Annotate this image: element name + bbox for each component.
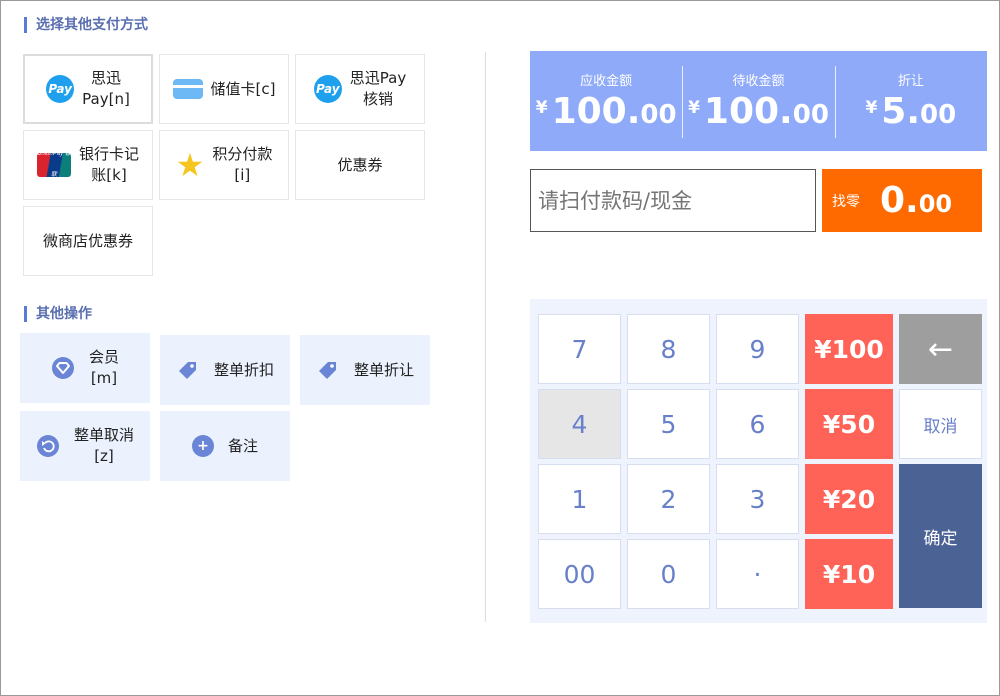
payment-label: 储值卡[c] — [210, 79, 276, 98]
key-9[interactable]: 9 — [716, 314, 799, 384]
key-10-yuan[interactable]: ¥10 — [805, 539, 893, 609]
currency-symbol: ¥ — [535, 98, 548, 118]
pay-icon: Pay — [313, 75, 342, 103]
order-allowance-button[interactable]: 整单折让 — [300, 335, 430, 405]
tag-icon — [176, 358, 200, 382]
plus-icon: + — [191, 435, 214, 457]
payment-label: 思迅Pay 核销 — [349, 69, 407, 108]
payment-code-input[interactable] — [530, 169, 816, 232]
order-discount-button[interactable]: 整单折扣 — [160, 335, 290, 405]
pay-icon: Pay — [46, 75, 75, 103]
key-decimal-point[interactable]: · — [716, 539, 799, 609]
key-4[interactable]: 4 — [538, 389, 621, 459]
key-6[interactable]: 6 — [716, 389, 799, 459]
stored-value-card-button[interactable]: 储值卡[c] — [159, 54, 289, 124]
key-5[interactable]: 5 — [627, 389, 710, 459]
operation-label: 整单取消 [z] — [73, 426, 134, 465]
cancel-key[interactable]: 取消 — [899, 389, 982, 459]
discount-label: 折让 — [897, 74, 924, 89]
star-icon: ★ — [175, 146, 205, 184]
change-dec: 00 — [918, 190, 953, 218]
receivable-amount: 应收金额 ¥100.00 — [530, 70, 682, 132]
receivable-label: 应收金额 — [580, 74, 633, 89]
tag-icon — [316, 358, 340, 382]
keypad: 7 8 9 ¥100 ← 4 5 6 ¥50 取消 1 2 3 ¥20 确定 0… — [530, 299, 987, 623]
key-100-yuan[interactable]: ¥100 — [805, 314, 893, 384]
key-8[interactable]: 8 — [627, 314, 710, 384]
bank-card-button[interactable]: UnionPay 银联 银行卡记 账[k] — [23, 130, 153, 200]
amount-summary: 应收金额 ¥100.00 待收金额 ¥100.00 折让 ¥5.00 — [530, 51, 987, 151]
change-int: 0. — [880, 180, 919, 221]
confirm-key[interactable]: 确定 — [899, 464, 982, 608]
backspace-key[interactable]: ← — [899, 314, 982, 384]
sixun-pay-redeem-button[interactable]: Pay 思迅Pay 核销 — [295, 54, 425, 124]
discount-int: 5. — [881, 91, 921, 132]
pending-label: 待收金额 — [732, 74, 785, 89]
member-button[interactable]: 会员 [m] — [20, 333, 150, 403]
coupon-button[interactable]: 优惠券 — [295, 130, 425, 200]
panel-divider — [485, 52, 486, 622]
key-20-yuan[interactable]: ¥20 — [805, 464, 893, 534]
key-0[interactable]: 0 — [627, 539, 710, 609]
other-operations-title: 其他操作 — [24, 306, 92, 322]
discount-dec: 00 — [920, 100, 957, 130]
key-50-yuan[interactable]: ¥50 — [805, 389, 893, 459]
change-label: 找零 — [832, 193, 860, 210]
points-payment-button[interactable]: ★ 积分付款 [i] — [159, 130, 289, 200]
unionpay-icon: UnionPay 银联 — [36, 151, 71, 178]
operation-label: 整单折让 — [353, 360, 414, 379]
receivable-dec: 00 — [640, 100, 677, 130]
payment-label: 思迅 Pay[n] — [82, 69, 130, 108]
key-3[interactable]: 3 — [716, 464, 799, 534]
pending-dec: 00 — [792, 100, 829, 130]
sixun-pay-button[interactable]: Pay 思迅 Pay[n] — [23, 54, 153, 124]
cancel-order-button[interactable]: 整单取消 [z] — [20, 411, 150, 481]
discount-amount: 折让 ¥5.00 — [834, 66, 987, 138]
change-display: 找零 0.00 — [822, 169, 982, 232]
pending-int: 100. — [703, 91, 793, 132]
receivable-int: 100. — [551, 91, 641, 132]
payment-label: 积分付款 [i] — [212, 145, 273, 184]
key-1[interactable]: 1 — [538, 464, 621, 534]
currency-symbol: ¥ — [688, 98, 700, 118]
key-00[interactable]: 00 — [538, 539, 621, 609]
payment-label: 微商店优惠券 — [42, 231, 133, 250]
currency-symbol: ¥ — [865, 98, 878, 118]
pending-amount: 待收金额 ¥100.00 — [682, 66, 834, 138]
key-7[interactable]: 7 — [538, 314, 621, 384]
key-2[interactable]: 2 — [627, 464, 710, 534]
payment-label: 优惠券 — [337, 155, 383, 174]
payment-label: 银行卡记 账[k] — [78, 145, 139, 184]
card-icon — [172, 79, 203, 99]
payment-methods-title: 选择其他支付方式 — [24, 17, 148, 33]
micro-store-coupon-button[interactable]: 微商店优惠券 — [23, 206, 153, 276]
undo-icon — [36, 434, 60, 458]
operation-label: 会员 [m] — [88, 348, 119, 387]
member-diamond-icon — [51, 356, 75, 380]
note-button[interactable]: + 备注 — [160, 411, 290, 481]
operation-label: 备注 — [227, 436, 258, 455]
operation-label: 整单折扣 — [213, 360, 274, 379]
